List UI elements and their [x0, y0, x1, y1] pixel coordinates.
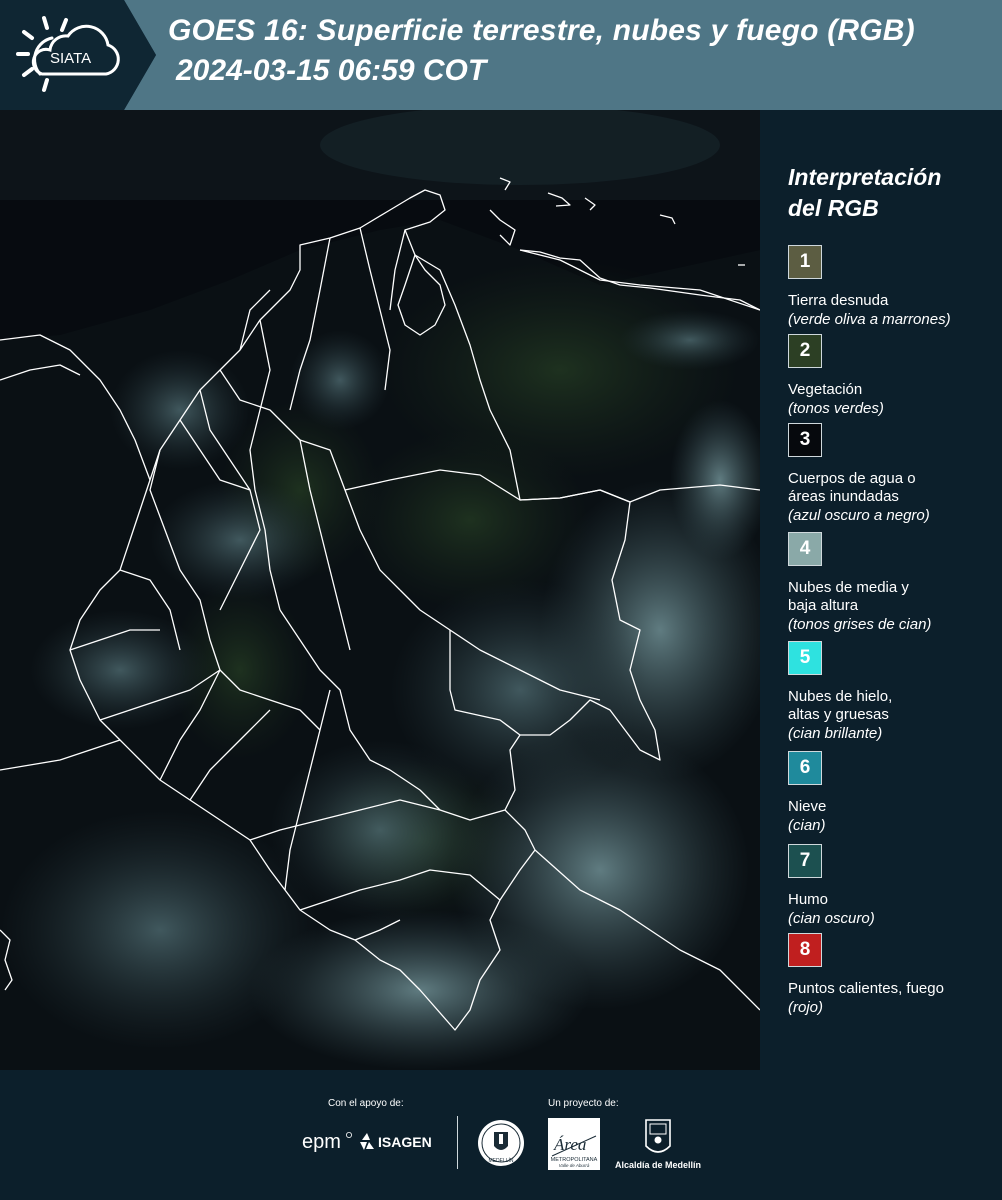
- legend-item-name: Nubes de hielo, altas y gruesas: [788, 688, 893, 723]
- legend-item-snow: 6 Nieve (cian): [788, 751, 998, 835]
- legend-swatch-4: 4: [788, 532, 822, 566]
- area-metropolitana-logo: Área METROPOLITANA Valle de Aburrá: [548, 1118, 600, 1170]
- svg-text:Valle de Aburrá: Valle de Aburrá: [559, 1163, 590, 1168]
- svg-text:epm: epm: [302, 1131, 341, 1153]
- legend-swatch-3: 3: [788, 423, 822, 457]
- legend-item-desc: (cian): [788, 817, 826, 834]
- legend-item-name: Vegetación: [788, 381, 863, 398]
- legend-item-name: Humo: [788, 891, 829, 908]
- legend-item-desc: (tonos verdes): [788, 400, 884, 417]
- legend-item-desc: (cian oscuro): [788, 910, 875, 927]
- svg-text:MEDELLÍN: MEDELLÍN: [488, 1157, 513, 1164]
- project-label: Un proyecto de:: [548, 1098, 619, 1109]
- legend-title-line2: del RGB: [788, 195, 879, 221]
- support-label: Con el apoyo de:: [328, 1098, 404, 1109]
- legend-item-bare-land: 1 Tierra desnuda (verde oliva a marrones…: [788, 245, 998, 329]
- legend-item-name: Cuerpos de agua o áreas inundadas: [788, 470, 916, 505]
- legend-swatch-8: 8: [788, 933, 822, 967]
- page-title: GOES 16: Superficie terrestre, nubes y f…: [168, 14, 915, 47]
- satellite-map[interactable]: [0, 110, 760, 1070]
- legend-title-line1: Interpretación: [788, 164, 942, 190]
- legend-swatch-5: 5: [788, 641, 822, 675]
- legend-item-desc: (verde oliva a marrones): [788, 311, 951, 328]
- legend-item-vegetation: 2 Vegetación (tonos verdes): [788, 334, 998, 418]
- legend-item-name: Nubes de media y baja altura: [788, 579, 909, 614]
- legend-item-name: Tierra desnuda: [788, 292, 889, 309]
- page-timestamp: 2024-03-15 06:59 COT: [176, 54, 487, 87]
- legend-item-name: Nieve: [788, 798, 827, 815]
- legend-item-desc: (azul oscuro a negro): [788, 507, 930, 524]
- header: SIATA GOES 16: Superficie terrestre, nub…: [0, 0, 1002, 110]
- epm-logo: epm: [302, 1131, 353, 1153]
- alcaldia-medellin-logo: Alcaldía de Medellín: [615, 1119, 701, 1170]
- siata-logo: SIATA: [16, 16, 120, 92]
- legend-item-desc: (cian brillante): [788, 725, 883, 742]
- legend-item-mid-low-clouds: 4 Nubes de media y baja altura (tonos gr…: [788, 532, 998, 634]
- svg-text:Alcaldía de Medellín: Alcaldía de Medellín: [615, 1160, 701, 1170]
- legend-item-desc: (rojo): [788, 999, 824, 1016]
- footer-divider: [457, 1116, 458, 1169]
- legend-item-smoke: 7 Humo (cian oscuro): [788, 844, 998, 928]
- legend-item-name: Puntos calientes, fuego: [788, 980, 944, 997]
- medellin-seal-logo: MEDELLÍN: [478, 1120, 524, 1166]
- legend-item-ice-clouds: 5 Nubes de hielo, altas y gruesas (cian …: [788, 641, 998, 743]
- legend-swatch-6: 6: [788, 751, 822, 785]
- legend-swatch-7: 7: [788, 844, 822, 878]
- svg-text:ISAGEN: ISAGEN: [378, 1134, 432, 1150]
- legend-panel: Interpretación del RGB 1 Tierra desnuda …: [760, 110, 1002, 1070]
- legend-swatch-2: 2: [788, 334, 822, 368]
- legend-item-desc: (tonos grises de cian): [788, 616, 932, 633]
- svg-text:Área: Área: [553, 1135, 586, 1154]
- map-canvas: [0, 110, 760, 1070]
- legend-item-fire: 8 Puntos calientes, fuego (rojo): [788, 933, 998, 1017]
- legend-item-water: 3 Cuerpos de agua o áreas inundadas (azu…: [788, 423, 998, 525]
- legend-swatch-1: 1: [788, 245, 822, 279]
- isagen-logo: ISAGEN: [360, 1133, 432, 1150]
- logo-text: SIATA: [50, 50, 91, 67]
- legend-title: Interpretación del RGB: [788, 162, 988, 224]
- footer: Con el apoyo de: Un proyecto de: epm ISA…: [0, 1070, 1002, 1200]
